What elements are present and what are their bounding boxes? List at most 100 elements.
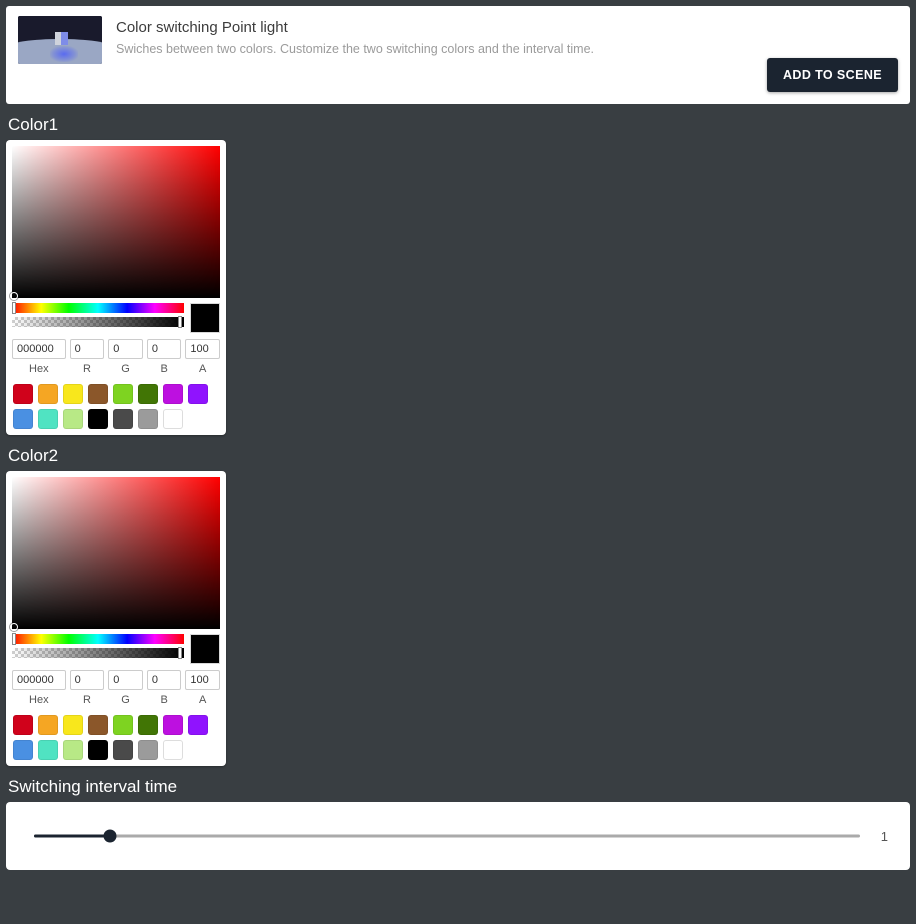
color2-sv-pointer[interactable] (10, 623, 18, 631)
color1-saturation-value-area[interactable] (10, 146, 220, 300)
color1-sliders-row (12, 302, 220, 333)
color1-preset-swatch-2[interactable] (63, 384, 83, 404)
color1-hex-field-group: Hex (12, 339, 66, 376)
color1-r-input[interactable] (69, 339, 105, 359)
color1-preset-swatch-7[interactable] (188, 384, 208, 404)
color1-hex-label: Hex (29, 363, 49, 375)
color2-preset-swatch-8[interactable] (13, 740, 33, 760)
color2-b-input[interactable] (146, 670, 182, 690)
color1-alpha-handle[interactable] (178, 316, 182, 328)
color2-preset-swatch-7[interactable] (188, 715, 208, 735)
color1-section-label: Color1 (8, 115, 59, 134)
color1-g-label: G (121, 363, 130, 375)
color2-preset-swatch-4[interactable] (113, 715, 133, 735)
color1-preset-swatch-6[interactable] (163, 384, 183, 404)
color2-preset-swatch-13[interactable] (138, 740, 158, 760)
asset-header-card: Color switching Point light Swiches betw… (6, 6, 910, 104)
color2-preset-swatch-14[interactable] (163, 740, 183, 760)
color1-preset-swatch-4[interactable] (113, 384, 133, 404)
color2-preset-swatch-1[interactable] (38, 715, 58, 735)
color2-hex-field-group: Hex (12, 670, 66, 707)
color2-preset-swatch-12[interactable] (113, 740, 133, 760)
color1-r-field-group: R (69, 339, 105, 376)
color1-preset-swatch-5[interactable] (138, 384, 158, 404)
color2-saturation-value-area[interactable] (10, 477, 220, 631)
color1-sv-pointer[interactable] (10, 292, 18, 300)
color2-preset-swatch-3[interactable] (88, 715, 108, 735)
color1-preset-swatch-13[interactable] (138, 409, 158, 429)
interval-value-readout: 1 (880, 828, 888, 844)
color2-r-field-group: R (69, 670, 105, 707)
color2-r-input[interactable] (69, 670, 105, 690)
color2-fields-row: Hex R G B A (12, 670, 220, 707)
header-row: Color switching Point light Swiches betw… (18, 16, 898, 64)
color2-g-label: G (121, 694, 130, 706)
color1-picker-card[interactable]: Hex R G B A (6, 140, 226, 435)
color1-r-label: R (82, 363, 91, 375)
color1-a-field-group: A (185, 339, 220, 376)
color1-preset-swatch-1[interactable] (38, 384, 58, 404)
color2-hex-label: Hex (29, 694, 49, 706)
color1-b-field-group: B (146, 339, 182, 376)
color1-hue-handle[interactable] (12, 302, 16, 314)
color2-preset-swatch-5[interactable] (138, 715, 158, 735)
interval-range-fill (34, 834, 110, 838)
color2-a-field-group: A (185, 670, 220, 707)
color2-preset-swatch-9[interactable] (38, 740, 58, 760)
asset-description: Swiches between two colors. Customize th… (116, 42, 594, 56)
interval-range-track[interactable] (34, 834, 860, 838)
color1-preview-swatch (190, 303, 220, 333)
header-text-block: Color switching Point light Swiches betw… (116, 16, 594, 58)
color1-b-input[interactable] (146, 339, 182, 359)
interval-range-thumb[interactable] (103, 829, 117, 843)
color2-b-label: B (160, 694, 168, 706)
color2-preset-swatch-6[interactable] (163, 715, 183, 735)
color1-preset-swatch-8[interactable] (13, 409, 33, 429)
asset-title: Color switching Point light (116, 19, 288, 36)
color1-a-input[interactable] (185, 339, 220, 359)
color1-preset-swatch-3[interactable] (88, 384, 108, 404)
color2-a-input[interactable] (185, 670, 220, 690)
add-to-scene-button[interactable]: ADD TO SCENE (766, 58, 898, 92)
color1-hex-input[interactable] (12, 339, 66, 359)
interval-slider-card: 1 (6, 802, 910, 870)
color2-section-label: Color2 (8, 446, 59, 465)
color2-preset-swatches (12, 715, 220, 762)
color1-preset-swatch-0[interactable] (13, 384, 33, 404)
color1-preset-swatch-14[interactable] (163, 409, 183, 429)
color1-a-label: A (199, 363, 207, 375)
color2-preset-swatch-0[interactable] (13, 715, 33, 735)
color1-sliders-column (12, 302, 184, 328)
color2-preview-swatch (190, 634, 220, 664)
color2-alpha-slider[interactable] (12, 647, 184, 659)
color2-g-field-group: G (108, 670, 143, 707)
color1-preset-swatch-9[interactable] (38, 409, 58, 429)
interval-range-wrapper[interactable] (34, 827, 860, 845)
color2-preset-swatch-10[interactable] (63, 740, 83, 760)
color1-b-label: B (160, 363, 168, 375)
color2-hue-slider[interactable] (12, 633, 184, 645)
color2-preset-swatch-11[interactable] (88, 740, 108, 760)
thumbnail-light-glow (49, 45, 79, 63)
color1-alpha-slider[interactable] (12, 316, 184, 328)
color1-fields-row: Hex R G B A (12, 339, 220, 376)
color1-preset-swatch-11[interactable] (88, 409, 108, 429)
color2-picker-card[interactable]: Hex R G B A (6, 471, 226, 766)
color2-g-input[interactable] (108, 670, 143, 690)
color2-b-field-group: B (146, 670, 182, 707)
color1-g-field-group: G (108, 339, 143, 376)
color2-sliders-row (12, 633, 220, 664)
color1-preset-swatches (12, 384, 220, 431)
color2-hue-handle[interactable] (12, 633, 16, 645)
asset-thumbnail (18, 16, 102, 64)
color1-preset-swatch-12[interactable] (113, 409, 133, 429)
color2-preset-swatch-2[interactable] (63, 715, 83, 735)
color2-hex-input[interactable] (12, 670, 66, 690)
color1-hue-slider[interactable] (12, 302, 184, 314)
color2-r-label: R (82, 694, 91, 706)
color1-preset-swatch-10[interactable] (63, 409, 83, 429)
color1-g-input[interactable] (108, 339, 143, 359)
color2-alpha-handle[interactable] (178, 647, 182, 659)
interval-section-label: Switching interval time (8, 777, 178, 796)
thumbnail-cube-right-face (60, 32, 68, 45)
